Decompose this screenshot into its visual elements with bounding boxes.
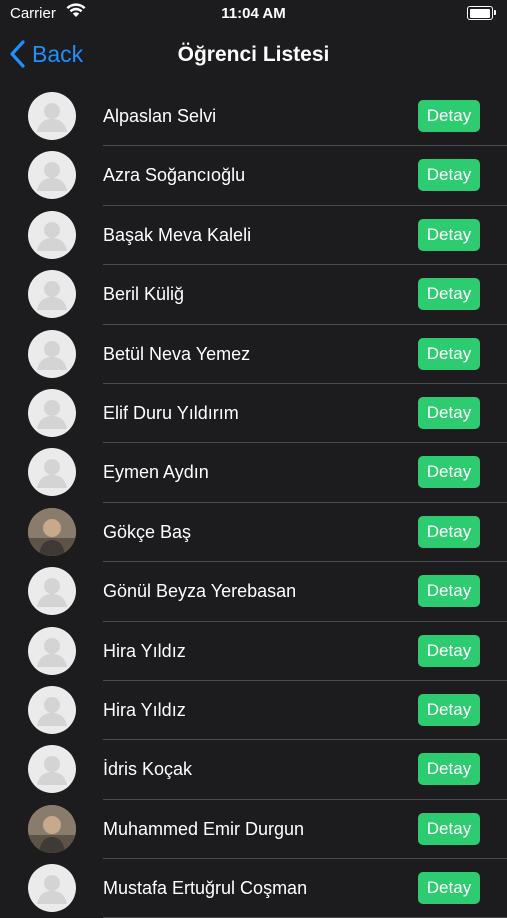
placeholder-avatar-icon — [28, 626, 76, 675]
status-bar: Carrier 11:04 AM — [0, 0, 507, 28]
list-item[interactable]: Gönül Beyza Yerebasan Detay — [0, 562, 507, 622]
list-item[interactable]: Hira Yıldız Detay — [0, 622, 507, 681]
student-name: Azra Soğancıoğlu — [103, 165, 246, 186]
placeholder-avatar-icon — [28, 210, 76, 259]
list-item[interactable]: Alpaslan Selvi Detay — [0, 87, 507, 147]
detail-button[interactable]: Detay — [418, 337, 480, 370]
student-name: Beril Küliğ — [103, 284, 185, 305]
student-name: Gönül Beyza Yerebasan — [103, 581, 297, 602]
placeholder-avatar-icon — [28, 151, 76, 200]
list-item[interactable]: Eymen Aydın Detay — [0, 443, 507, 503]
detail-button[interactable]: Detay — [418, 159, 480, 192]
student-name: Hira Yıldız — [103, 640, 186, 661]
detail-button[interactable]: Detay — [418, 278, 480, 311]
list-item[interactable]: Betül Neva Yemez Detay — [0, 325, 507, 384]
list-item[interactable]: Mustafa Ertuğrul Coşman Detay — [0, 859, 507, 918]
student-name: Hira Yıldız — [103, 699, 186, 720]
detail-button[interactable]: Detay — [418, 396, 480, 429]
placeholder-avatar-icon — [28, 388, 76, 437]
detail-button[interactable]: Detay — [418, 575, 480, 608]
status-time: 11:04 AM — [221, 5, 286, 22]
student-name: Elif Duru Yıldırım — [103, 402, 239, 423]
detail-button[interactable]: Detay — [418, 812, 480, 845]
student-name: Muhammed Emir Durgun — [103, 818, 305, 839]
placeholder-avatar-icon — [28, 448, 76, 497]
detail-button[interactable]: Detay — [418, 693, 480, 726]
list-item[interactable]: Beril Küliğ Detay — [0, 265, 507, 325]
detail-button[interactable]: Detay — [418, 100, 480, 132]
placeholder-avatar-icon — [28, 270, 76, 319]
placeholder-avatar-icon — [28, 745, 76, 794]
detail-button[interactable]: Detay — [418, 634, 480, 667]
detail-button[interactable]: Detay — [418, 872, 480, 905]
student-list: Alpaslan Selvi Detay Azra Soğancıoğlu Detay… — [0, 87, 507, 918]
placeholder-avatar-icon — [28, 329, 76, 378]
battery-icon — [467, 6, 496, 20]
placeholder-avatar-icon — [28, 864, 76, 913]
student-name: Gökçe Baş — [103, 521, 192, 542]
student-photo — [28, 804, 76, 853]
placeholder-avatar-icon — [28, 685, 76, 734]
placeholder-avatar-icon — [28, 92, 76, 140]
page-title: Öğrenci Listesi — [177, 43, 330, 66]
list-item[interactable]: İdris Koçak Detay — [0, 740, 507, 800]
detail-button[interactable]: Detay — [418, 753, 480, 786]
list-item[interactable]: Muhammed Emir Durgun Detay — [0, 800, 507, 860]
student-name: Başak Meva Kaleli — [103, 224, 252, 245]
student-name: Eymen Aydın — [103, 462, 209, 483]
placeholder-avatar-icon — [28, 567, 76, 616]
list-item[interactable]: Hira Yıldız Detay — [0, 681, 507, 741]
detail-button[interactable]: Detay — [418, 218, 480, 251]
list-item[interactable]: Elif Duru Yıldırım Detay — [0, 384, 507, 444]
list-item[interactable]: Başak Meva Kaleli Detay — [0, 206, 507, 266]
list-item[interactable]: Azra Soğancıoğlu Detay — [0, 146, 507, 206]
detail-button[interactable]: Detay — [418, 456, 480, 489]
detail-button[interactable]: Detay — [418, 515, 480, 548]
student-name: Alpaslan Selvi — [103, 106, 217, 126]
student-photo — [28, 507, 76, 556]
student-name: İdris Koçak — [103, 759, 193, 780]
student-name: Betül Neva Yemez — [103, 343, 251, 364]
list-item[interactable]: Gökçe Baş Detay — [0, 503, 507, 563]
student-name: Mustafa Ertuğrul Coşman — [103, 878, 308, 899]
navigation-bar: Back Öğrenci Listesi — [0, 28, 507, 86]
